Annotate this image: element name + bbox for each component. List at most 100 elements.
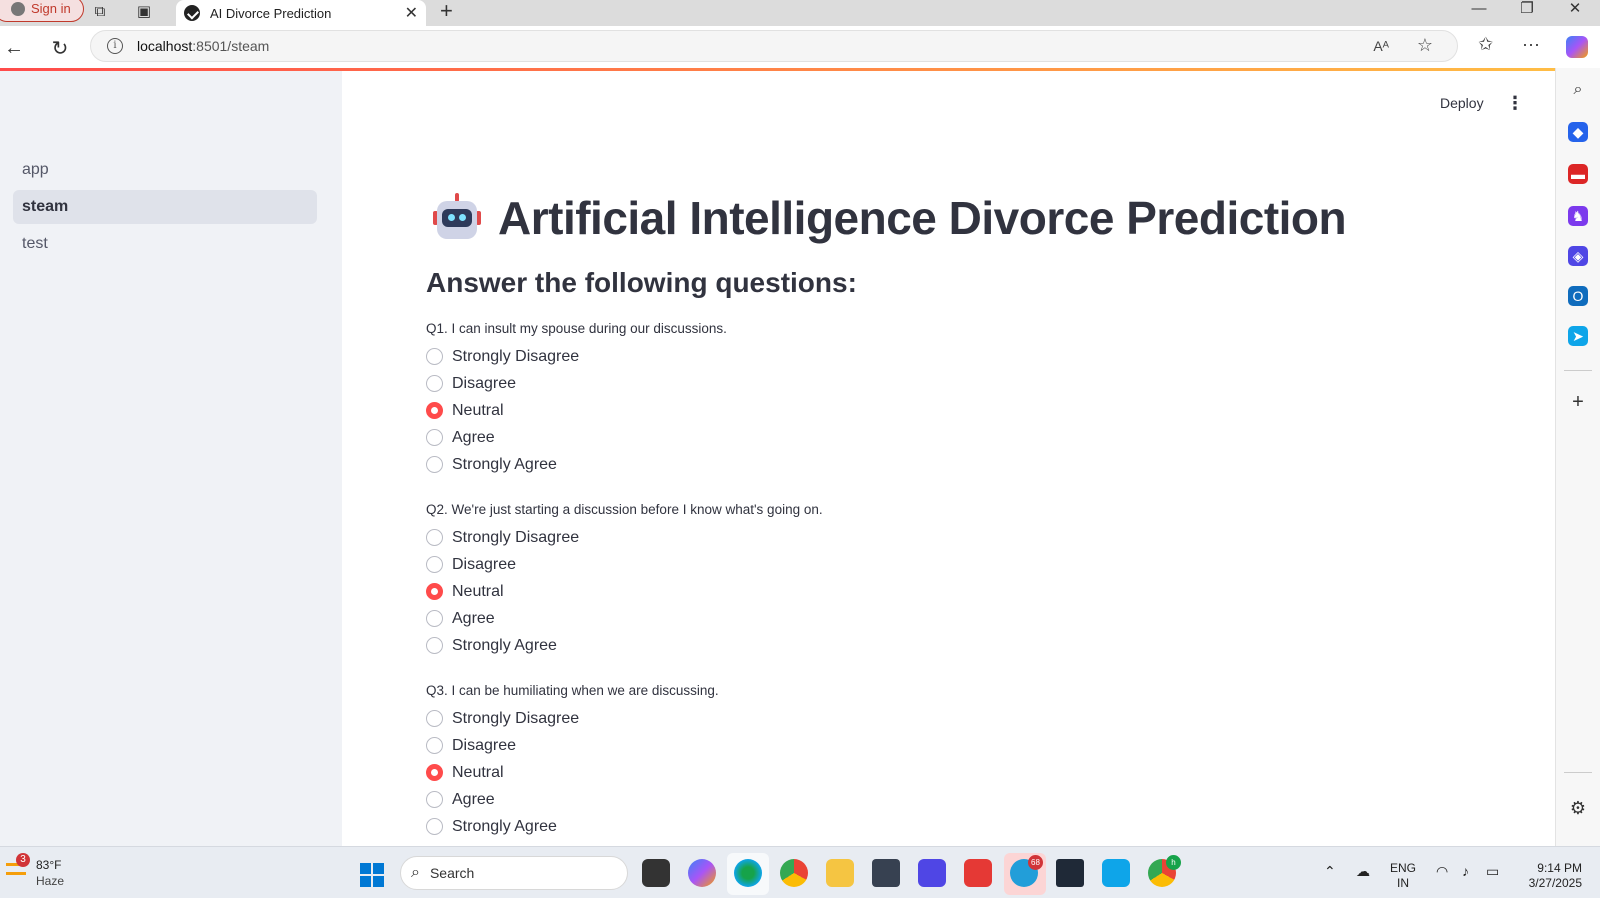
radio-option[interactable]: Strongly Agree <box>426 632 1326 659</box>
deploy-button[interactable]: Deploy <box>1440 95 1484 111</box>
volume-icon[interactable]: ♪ <box>1462 863 1469 879</box>
address-bar[interactable]: i localhost:8501/steam Aᴬ ☆ <box>90 30 1458 62</box>
radio-button-selected[interactable] <box>426 402 443 419</box>
app-cube-icon[interactable] <box>872 859 900 887</box>
more-menu-icon[interactable]: ··· <box>1522 34 1540 55</box>
shopping-tag-icon[interactable]: ◆ <box>1568 122 1588 142</box>
add-icon[interactable]: + <box>1568 392 1588 412</box>
question-label: Q2. We're just starting a discussion bef… <box>426 502 823 517</box>
radio-option[interactable]: Disagree <box>426 732 1326 759</box>
app-red-icon[interactable] <box>964 859 992 887</box>
radio-button[interactable] <box>426 375 443 392</box>
radio-button-selected[interactable] <box>426 764 443 781</box>
radio-button[interactable] <box>426 791 443 808</box>
sidebar-item-app[interactable]: app <box>13 153 317 187</box>
close-tab-icon[interactable]: ✕ <box>405 3 418 23</box>
radio-button[interactable] <box>426 529 443 546</box>
weather-temp: 83°F <box>36 858 62 872</box>
sidebar-divider <box>1564 370 1592 371</box>
radio-button[interactable] <box>426 818 443 835</box>
radio-option[interactable]: Strongly Disagree <box>426 343 1326 370</box>
lang-code: ENG <box>1390 861 1417 875</box>
radio-option[interactable]: Strongly Disagree <box>426 524 1326 551</box>
favorite-star-icon[interactable]: ☆ <box>1417 35 1433 56</box>
haze-icon: 3 <box>6 853 30 879</box>
onedrive-icon[interactable]: ☁ <box>1356 863 1370 880</box>
radio-option[interactable]: Agree <box>426 605 1326 632</box>
main-menu-icon[interactable]: ⋮ <box>1505 93 1525 114</box>
weather-widget[interactable]: 3 83°F Haze <box>6 853 64 889</box>
battery-icon[interactable]: ▭ <box>1486 863 1499 880</box>
tab-actions-icon[interactable]: ▣ <box>132 0 156 22</box>
read-aloud-icon[interactable]: Aᴬ <box>1373 38 1389 54</box>
restore-icon[interactable]: ❐ <box>1504 0 1550 18</box>
radio-label: Strongly Disagree <box>452 709 580 727</box>
chrome-icon[interactable] <box>780 859 808 887</box>
radio-button[interactable] <box>426 429 443 446</box>
copilot-app-icon[interactable] <box>688 859 716 887</box>
wifi-icon[interactable]: ◠ <box>1436 863 1448 880</box>
lang-region: IN <box>1397 876 1409 890</box>
radio-label: Neutral <box>452 582 504 600</box>
refresh-icon[interactable]: ↻ <box>46 34 74 62</box>
radio-label: Disagree <box>452 374 517 392</box>
radio-button[interactable] <box>426 710 443 727</box>
close-window-icon[interactable]: ✕ <box>1552 0 1598 18</box>
edge-sidebar: ⌕ ◆ ▬ ♞ ◈ O ➤ + ⚙ <box>1555 68 1600 846</box>
clock[interactable]: 9:14 PM 3/27/2025 <box>1518 861 1582 891</box>
favorites-icon[interactable]: ✩ <box>1478 34 1493 55</box>
tools-icon[interactable]: ▬ <box>1568 164 1588 184</box>
settings-gear-icon[interactable]: ⚙ <box>1568 798 1588 818</box>
radio-option[interactable]: Disagree <box>426 551 1326 578</box>
file-explorer-icon[interactable] <box>826 859 854 887</box>
radio-button[interactable] <box>426 737 443 754</box>
radio-button[interactable] <box>426 456 443 473</box>
language-indicator[interactable]: ENG IN <box>1390 861 1416 891</box>
workspaces-icon[interactable]: ⧉ <box>88 0 112 22</box>
radio-option[interactable]: Neutral <box>426 759 1326 786</box>
question-3: Q3. I can be humiliating when we are dis… <box>426 683 1326 840</box>
radio-option[interactable]: Strongly Disagree <box>426 705 1326 732</box>
vscode-icon[interactable] <box>1102 859 1130 887</box>
clock-date: 3/27/2025 <box>1528 876 1582 890</box>
radio-button[interactable] <box>426 348 443 365</box>
browser-toolbar: ← ↻ i localhost:8501/steam Aᴬ ☆ ✩ ··· <box>0 26 1600 68</box>
radio-button-selected[interactable] <box>426 583 443 600</box>
browser-tab-active[interactable]: AI Divorce Prediction ✕ <box>176 0 426 26</box>
sidebar-item-steam[interactable]: steam <box>13 190 317 224</box>
minimize-icon[interactable]: — <box>1456 0 1502 18</box>
question-2: Q2. We're just starting a discussion bef… <box>426 502 1326 659</box>
radio-label: Agree <box>452 609 495 627</box>
edge-browser-icon[interactable] <box>734 859 762 887</box>
games-icon[interactable]: ♞ <box>1568 206 1588 226</box>
sidebar-item-test[interactable]: test <box>13 227 317 261</box>
new-tab-icon[interactable]: + <box>440 0 453 24</box>
site-info-icon[interactable]: i <box>107 38 123 54</box>
sign-in-button[interactable]: Sign in <box>0 0 84 22</box>
radio-option[interactable]: Agree <box>426 424 1326 451</box>
clock-time: 9:14 PM <box>1537 861 1582 875</box>
radio-option[interactable]: Neutral <box>426 578 1326 605</box>
back-icon[interactable]: ← <box>0 34 28 62</box>
taskbar-search[interactable]: ⌕ Search <box>400 856 628 890</box>
radio-label: Strongly Disagree <box>452 528 580 546</box>
sidebar-item-label: test <box>22 235 48 252</box>
radio-option[interactable]: Disagree <box>426 370 1326 397</box>
radio-option[interactable]: Strongly Agree <box>426 813 1326 840</box>
radio-button[interactable] <box>426 556 443 573</box>
app-m-icon[interactable] <box>918 859 946 887</box>
microsoft-365-icon[interactable]: ◈ <box>1568 246 1588 266</box>
terminal-icon[interactable] <box>1056 859 1084 887</box>
copilot-icon[interactable] <box>1566 36 1588 58</box>
radio-option[interactable]: Neutral <box>426 397 1326 424</box>
search-icon[interactable]: ⌕ <box>1568 80 1588 100</box>
start-button-icon[interactable] <box>360 863 384 887</box>
show-hidden-icons-icon[interactable]: ⌃ <box>1324 863 1336 880</box>
radio-option[interactable]: Agree <box>426 786 1326 813</box>
radio-button[interactable] <box>426 610 443 627</box>
radio-button[interactable] <box>426 637 443 654</box>
task-view-icon[interactable] <box>642 859 670 887</box>
send-icon[interactable]: ➤ <box>1568 326 1588 346</box>
radio-option[interactable]: Strongly Agree <box>426 451 1326 478</box>
outlook-icon[interactable]: O <box>1568 286 1588 306</box>
